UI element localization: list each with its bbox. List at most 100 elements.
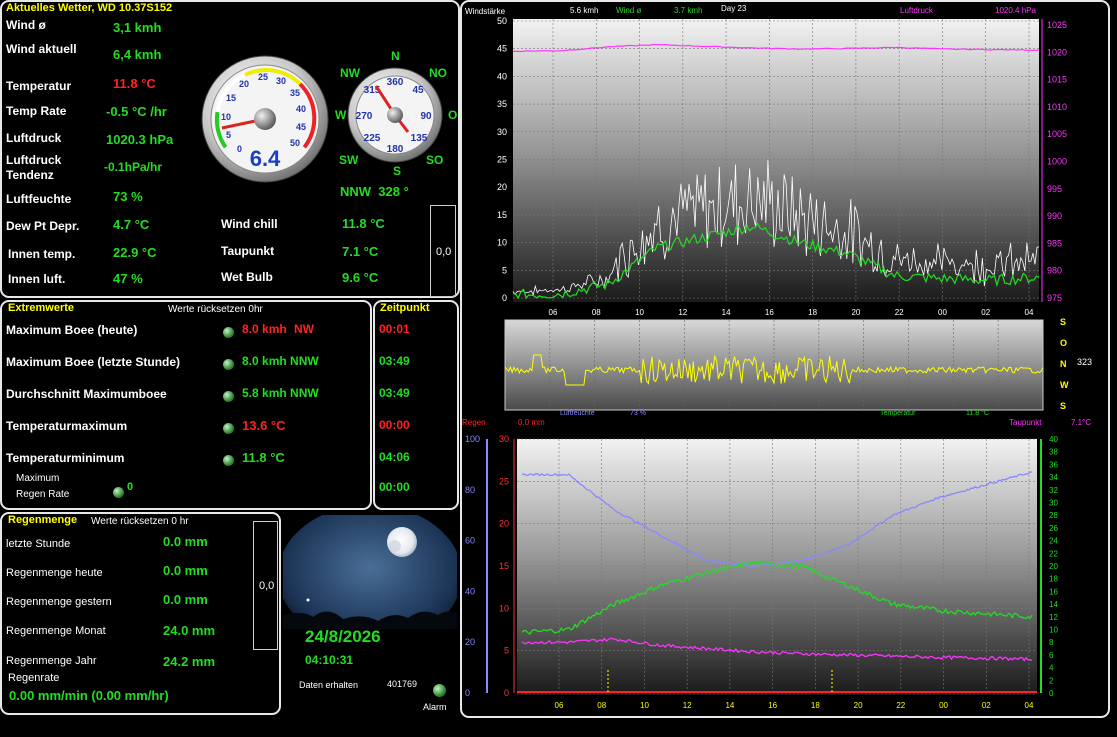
extremes-reset[interactable]: Werte rücksetzen 0hr	[168, 304, 263, 315]
wind-chart-y-tick: 40	[497, 71, 507, 81]
rain-label: Regenmenge heute	[6, 567, 103, 579]
compass-tick: 360	[387, 77, 404, 88]
compass-so: SO	[426, 153, 444, 167]
sky-camera-image	[283, 515, 457, 629]
rain-rate-max-label-2: Regen Rate	[16, 489, 70, 500]
extremes-panel: Extremwerte Werte rücksetzen 0hr Maximum…	[0, 300, 372, 510]
wind-chart-y-tick: 50	[497, 16, 507, 26]
extreme-value: 5.8 kmh NNW	[242, 386, 319, 400]
wind-chart-y2-tick: 980	[1047, 266, 1062, 276]
temp-chart-y2-tick: 26	[1049, 524, 1058, 533]
wind-chart-y-tick: 5	[502, 265, 507, 275]
wind-chart-x-tick: 08	[592, 308, 601, 317]
alarm-led[interactable]	[433, 684, 446, 697]
rain-reset[interactable]: Werte rücksetzen 0 hr	[91, 516, 189, 527]
footer-dew: 7.1°C	[1071, 418, 1091, 427]
weather-graphs: 06 08 10 12 14 16 18 20 22 00 02 040510152025303540…	[462, 4, 1092, 710]
temp-chart-y-tick: 20	[499, 519, 509, 529]
compass-tick: 180	[387, 144, 404, 155]
temp-chart-y2-tick: 34	[1049, 473, 1058, 482]
data-received-count: 401769	[387, 679, 418, 689]
wind-chart-y2-tick: 1000	[1047, 157, 1067, 167]
wind-chart-avg-label: Wind ø	[616, 6, 641, 15]
temp-chart-x-tick: 12	[683, 701, 692, 710]
wind-chart-y-tick: 45	[497, 44, 507, 54]
footer-temp: 11.8 °C	[966, 409, 989, 417]
wind-gauge-tick: 50	[290, 138, 300, 148]
temp-chart-y2-tick: 28	[1049, 511, 1058, 520]
current-rain-box: 0,0	[430, 205, 456, 297]
wind-chart-y2-tick: 1010	[1047, 102, 1067, 112]
label-temperature: Temperatur	[6, 79, 72, 93]
rain-label: Regenmenge Jahr	[6, 655, 97, 667]
value-pressure-trend: -0.1hPa/hr	[104, 160, 163, 174]
wind-chart-y2-tick: 1020	[1047, 47, 1067, 57]
temp-chart-x-tick: 14	[725, 701, 734, 710]
wind-direction-text: NNW 328 °	[340, 184, 409, 199]
extreme-label: Temperaturminimum	[6, 451, 125, 465]
wind-chart-y-tick: 15	[497, 210, 507, 220]
extreme-label: Temperaturmaximum	[6, 419, 128, 433]
wind-chart-pressure: 1020.4 hPa	[995, 6, 1036, 15]
extreme-value: 11.8 °C	[242, 450, 285, 465]
extreme-value: 8.0 kmh NNW	[242, 354, 319, 368]
direction-chart-label: O	[1060, 338, 1067, 348]
current-rain-box-value: 0,0	[436, 246, 452, 258]
footer-humidity-label: Luftfeuchte	[560, 410, 595, 417]
temp-chart-y-tick: 15	[499, 561, 509, 571]
extreme-dir: NW	[294, 322, 314, 336]
value-indoor-humidity: 47 %	[113, 271, 143, 286]
wind-chart-y-tick: 30	[497, 127, 507, 137]
wind-chart-pressure-label: Luftdruck	[900, 6, 934, 15]
alarm-label: Alarm	[423, 702, 447, 712]
wind-gauge-tick: 15	[226, 93, 236, 103]
compass-tick: 135	[411, 133, 428, 144]
rain-title: Regenmenge	[8, 514, 78, 526]
temp-chart-y2-tick: 4	[1049, 664, 1054, 673]
label-pressure: Luftdruck	[6, 131, 62, 145]
rain-box: 0,0	[253, 521, 278, 650]
temp-chart-y2-tick: 8	[1049, 638, 1054, 647]
label-pressure-trend: Luftdruck Tendenz	[6, 153, 62, 182]
temp-chart-x-tick: 10	[640, 701, 649, 710]
temp-chart-y2-tick: 24	[1049, 537, 1058, 546]
temp-chart-y2-tick: 18	[1049, 575, 1058, 584]
wind-chart-x-tick: 20	[851, 308, 860, 317]
wind-chart-x-tick: 22	[895, 308, 904, 317]
label-wind-chill: Wind chill	[221, 217, 278, 231]
compass-tick: 45	[412, 85, 424, 96]
humidity-y-tick: 100	[465, 434, 480, 444]
wind-chart-wind-now: 5.6 kmh	[570, 6, 598, 15]
wind-chart-y2-tick: 1025	[1047, 20, 1067, 30]
compass-sw: SW	[339, 153, 359, 167]
direction-chart-label: S	[1060, 401, 1066, 411]
wind-chart-area	[513, 19, 1039, 302]
status-date: 24/8/2026	[305, 627, 381, 646]
rain-rate-label: Regenrate	[8, 672, 60, 684]
extreme-time: 00:00	[379, 480, 410, 494]
wind-chart-y-tick: 20	[497, 182, 507, 192]
footer-rain-label: Regen	[462, 418, 486, 427]
extreme-time: 03:49	[379, 386, 410, 400]
label-wind-avg: Wind ø	[6, 18, 46, 32]
extreme-led	[223, 327, 234, 338]
rain-label: letzte Stunde	[6, 538, 71, 550]
temp-chart-y-tick: 0	[504, 688, 509, 698]
wind-chart-x-tick: 02	[981, 308, 990, 317]
temp-chart-x-tick: 06	[555, 701, 564, 710]
direction-chart-label: W	[1060, 380, 1069, 390]
extreme-time: 00:00	[379, 418, 410, 432]
compass-s: S	[393, 164, 402, 178]
rain-value: 0.0 mm	[163, 534, 208, 549]
label-humidity: Luftfeuchte	[6, 192, 72, 206]
wind-chart-y2-tick: 975	[1047, 293, 1062, 303]
temp-chart-y2-tick: 2	[1049, 676, 1054, 685]
temp-chart-x-tick: 00	[939, 701, 948, 710]
wind-chart-x-tick: 04	[1025, 308, 1034, 317]
extreme-value: 13.6 °C	[242, 418, 286, 433]
humidity-y-tick: 0	[465, 688, 470, 698]
rain-rate-value: 0.00 mm/min (0.00 mm/hr)	[9, 688, 169, 703]
temp-chart-x-tick: 02	[982, 701, 991, 710]
extreme-time: 00:01	[379, 322, 410, 336]
wind-gauge-cap	[254, 108, 276, 130]
